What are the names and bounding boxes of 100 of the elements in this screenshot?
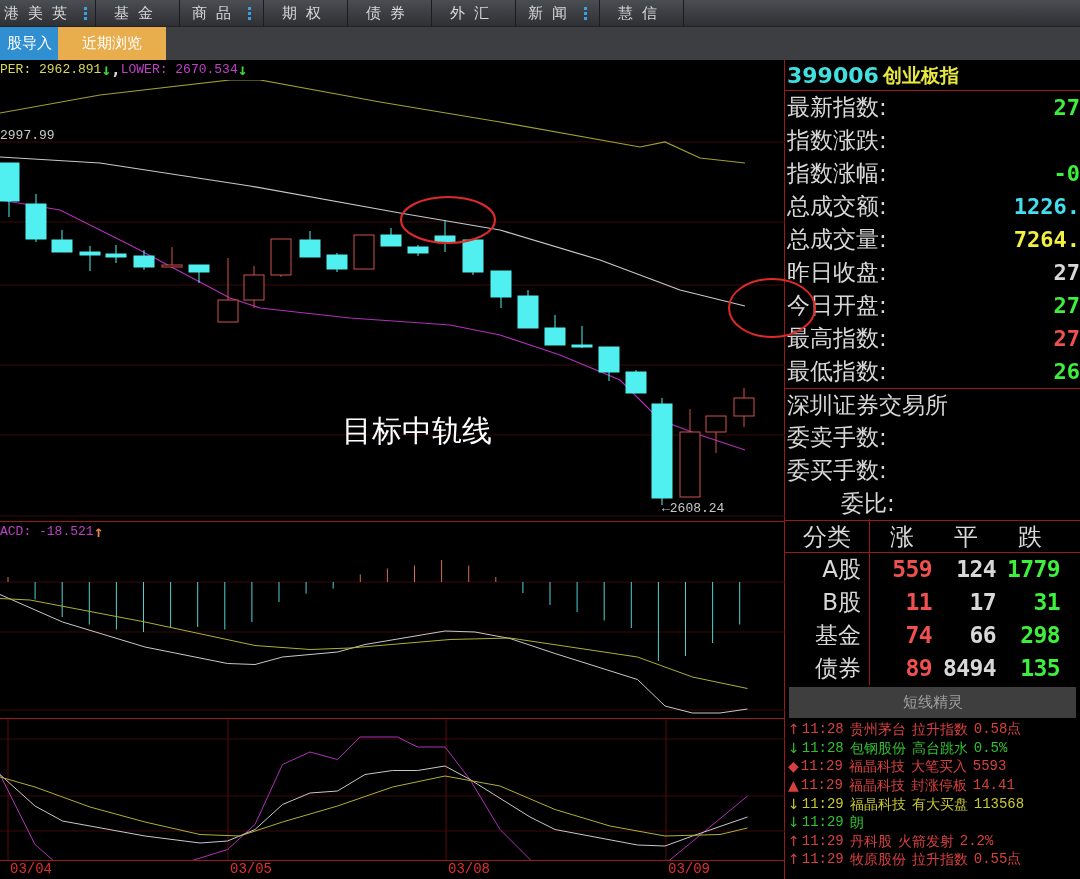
alert-symbol: ▲ <box>788 778 799 793</box>
candlestick <box>705 415 727 454</box>
quote-value: 7264. <box>1013 226 1080 254</box>
column-header: 分类 <box>785 518 870 555</box>
table-cell-text: 66 <box>968 621 997 651</box>
candlestick <box>133 249 155 271</box>
alert-value: 0.58点 <box>973 722 1022 737</box>
table-cell-text: 89 <box>904 654 933 684</box>
date-label: 03/09 <box>668 861 710 877</box>
exchange-name: 深圳证券交易所 <box>787 390 948 420</box>
alert-symbol: ↑ <box>788 833 800 848</box>
alert-time: 11:29 <box>800 759 843 774</box>
candlestick <box>79 245 101 272</box>
table-cell-text: 8494 <box>941 654 997 684</box>
table-cell: 基金 <box>785 619 870 652</box>
alerts-header-button[interactable]: 短线精灵 <box>789 687 1076 718</box>
stock-name: 包钢股份 <box>849 740 906 755</box>
quote-label: 总成交量: <box>787 225 887 255</box>
candlestick <box>299 230 321 258</box>
candlestick <box>544 314 566 346</box>
alert-symbol: ↑ <box>788 852 800 867</box>
nav-tab[interactable]: 外汇 <box>432 0 516 26</box>
table-cell-text: 559 <box>891 555 933 585</box>
candlestick <box>353 234 375 270</box>
quote-label: 最新指数: <box>787 93 887 123</box>
stock-name: 朗 <box>849 815 864 830</box>
menu-dots-icon <box>584 6 587 20</box>
candlestick <box>434 219 456 253</box>
table-cell: B股 <box>785 586 870 619</box>
table-cell-text: 135 <box>1019 654 1061 684</box>
quote-label: 委比: <box>841 489 895 519</box>
table-cell-text: 74 <box>904 621 933 651</box>
index-name: 创业板指 <box>882 62 959 88</box>
nav-tab[interactable]: 基金 <box>96 0 180 26</box>
candlestick <box>161 246 183 269</box>
nav-tab[interactable]: 新闻 <box>516 0 600 26</box>
menu-dots-icon <box>84 6 87 20</box>
candlestick <box>517 289 539 329</box>
alert-event: 封涨停板 <box>910 778 967 793</box>
column-header: 平 <box>953 521 979 553</box>
alert-time: 11:29 <box>801 852 844 867</box>
nav-tab[interactable]: 商品 <box>180 0 264 26</box>
candlestick <box>380 227 402 247</box>
alert-symbol: ◆ <box>788 759 799 774</box>
candlestick <box>733 387 755 428</box>
quote-value: 27 <box>1053 94 1080 122</box>
candlestick <box>326 252 348 273</box>
table-cell-text: 17 <box>968 588 997 618</box>
alert-event: 高台跳水 <box>911 740 968 755</box>
indicator-value: , <box>111 59 121 81</box>
low-price-label: ←2608.24 <box>662 500 725 518</box>
alert-event: 有大买盘 <box>911 796 968 811</box>
quote-label: 委买手数: <box>787 456 887 486</box>
stock-name: 贵州茅台 <box>849 722 906 737</box>
alert-symbol: ↓ <box>788 740 800 755</box>
indicator-value: ↓ <box>101 59 112 81</box>
table-cell-text: 124 <box>955 555 997 585</box>
candlestick <box>25 193 47 243</box>
alert-value: 2.2% <box>959 833 994 848</box>
date-label: 03/08 <box>448 861 490 877</box>
table-cell: 债券 <box>785 652 870 685</box>
alert-value: 0.5% <box>973 740 1008 755</box>
candlestick <box>490 270 512 309</box>
candlestick <box>105 244 127 264</box>
alert-event: 火箭发射 <box>897 833 954 848</box>
date-label: 03/05 <box>230 861 272 877</box>
alert-value: 113568 <box>973 796 1025 811</box>
alert-value: 14.41 <box>972 778 1015 793</box>
table-cell: A股 <box>785 553 870 586</box>
date-label: 03/04 <box>10 861 52 877</box>
quick-tab[interactable]: 股导入 <box>0 27 58 60</box>
nav-tab[interactable]: 期权 <box>264 0 348 26</box>
quote-value: 26 <box>1053 358 1080 386</box>
indicator-value: ↑ <box>93 521 104 543</box>
stock-name: 福晶科技 <box>848 778 905 793</box>
quote-label: 指数涨幅: <box>787 159 887 189</box>
alert-value: 0.55点 <box>973 852 1022 867</box>
index-code: 399006 <box>787 61 879 90</box>
column-header: 涨 <box>889 521 915 553</box>
quote-label: 最高指数: <box>787 324 887 354</box>
alert-event: 拉升指数 <box>911 852 968 867</box>
quote-label: 昨日收盘: <box>787 258 887 288</box>
nav-tab[interactable]: 港美英 <box>0 0 96 26</box>
stock-name: 丹科股 <box>849 833 892 848</box>
high-price-label: 2997.99 <box>0 127 55 145</box>
alert-value: 5593 <box>972 759 1007 774</box>
candlestick <box>188 264 210 284</box>
indicator-value: ACD: -18.521 <box>0 523 94 542</box>
alert-time: 11:29 <box>800 778 843 793</box>
stock-name: 牧原股份 <box>849 852 906 867</box>
alert-time: 11:29 <box>801 815 844 830</box>
alert-event: 大笔买入 <box>910 759 967 774</box>
table-cell-text: 31 <box>1032 588 1061 618</box>
nav-tab[interactable]: 债券 <box>348 0 432 26</box>
candlestick <box>625 369 647 394</box>
quote-label: 最低指数: <box>787 357 887 387</box>
indicator-value: ↓ <box>237 59 248 81</box>
nav-tab[interactable]: 慧信 <box>600 0 684 26</box>
alert-time: 11:28 <box>801 722 844 737</box>
alert-event: 拉升指数 <box>911 722 968 737</box>
